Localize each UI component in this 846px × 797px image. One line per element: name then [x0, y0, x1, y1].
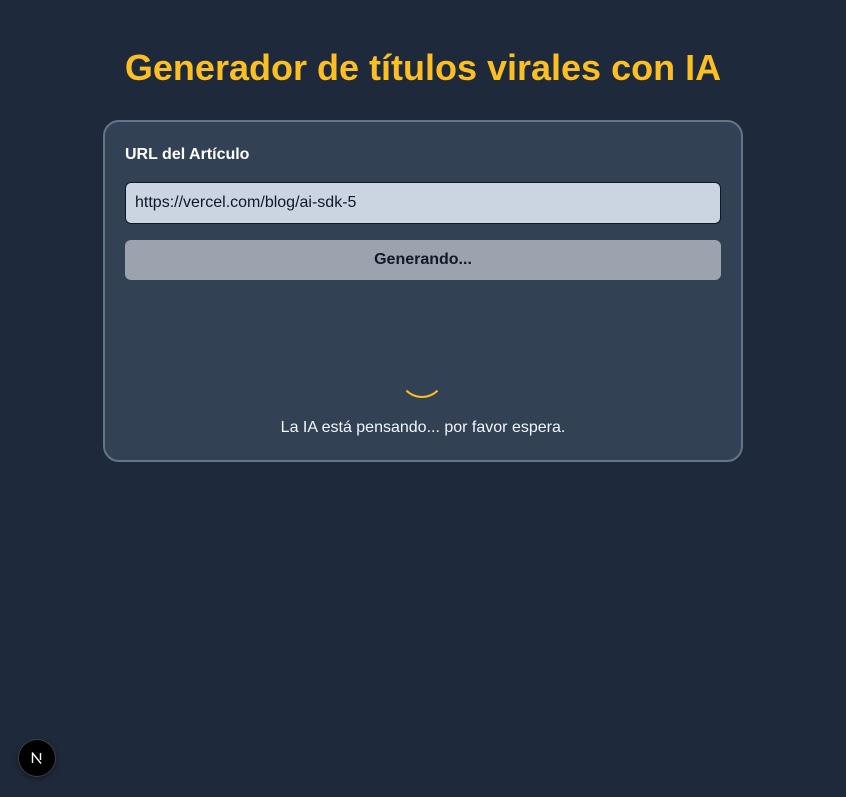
- generator-card: URL del Artículo Generando... La IA está…: [103, 120, 743, 462]
- nextjs-devtools-button[interactable]: [19, 740, 55, 776]
- loading-spinner-icon: [399, 352, 445, 398]
- url-input[interactable]: [125, 182, 721, 224]
- nextjs-logo-icon: [31, 752, 42, 764]
- page: Generador de títulos virales con IA URL …: [0, 0, 846, 797]
- status-message: La IA está pensando... por favor espera.: [280, 419, 566, 436]
- generate-button[interactable]: Generando...: [125, 240, 721, 280]
- page-title: Generador de títulos virales con IA: [124, 47, 722, 88]
- url-label: URL del Artículo: [125, 146, 250, 163]
